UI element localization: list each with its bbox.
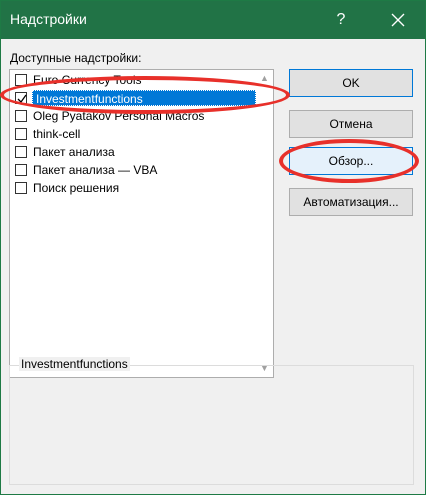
- automation-button[interactable]: Автоматизация...: [289, 188, 413, 216]
- description-group: Investmentfunctions: [9, 357, 414, 485]
- cancel-button[interactable]: Отмена: [289, 110, 413, 138]
- list-item-label: think-cell: [33, 127, 81, 141]
- checkbox[interactable]: [15, 164, 27, 176]
- list-item[interactable]: Пакет анализа: [12, 144, 256, 161]
- checkbox[interactable]: [15, 110, 27, 122]
- close-button[interactable]: [371, 1, 425, 39]
- titlebar: Надстройки ?: [1, 1, 425, 39]
- listbox-scrollbar[interactable]: ▲ ▼: [256, 70, 273, 377]
- description-title: Investmentfunctions: [19, 357, 130, 371]
- available-addins-label: Доступные надстройки:: [10, 51, 142, 65]
- list-item[interactable]: Поиск решения: [12, 180, 256, 197]
- ok-button[interactable]: OK: [289, 69, 413, 97]
- list-item-label: Пакет анализа: [33, 145, 115, 159]
- annotation-oval-browse: [279, 139, 419, 183]
- help-button[interactable]: ?: [323, 1, 359, 39]
- annotation-oval-investmentfunctions: [0, 76, 290, 114]
- list-item-label: Поиск решения: [33, 181, 120, 195]
- addins-dialog: Надстройки ? Доступные надстройки: Euro …: [0, 0, 426, 495]
- checkbox[interactable]: [15, 128, 27, 140]
- list-item[interactable]: Пакет анализа — VBA: [12, 162, 256, 179]
- list-item[interactable]: think-cell: [12, 126, 256, 143]
- window-title: Надстройки: [10, 11, 87, 27]
- addins-listbox[interactable]: Euro Currency Tools Investmentfunctions …: [9, 69, 274, 378]
- checkbox[interactable]: [15, 146, 27, 158]
- list-item-label: Пакет анализа — VBA: [33, 163, 158, 177]
- close-icon: [391, 13, 405, 27]
- checkbox[interactable]: [15, 182, 27, 194]
- description-box: [9, 365, 414, 485]
